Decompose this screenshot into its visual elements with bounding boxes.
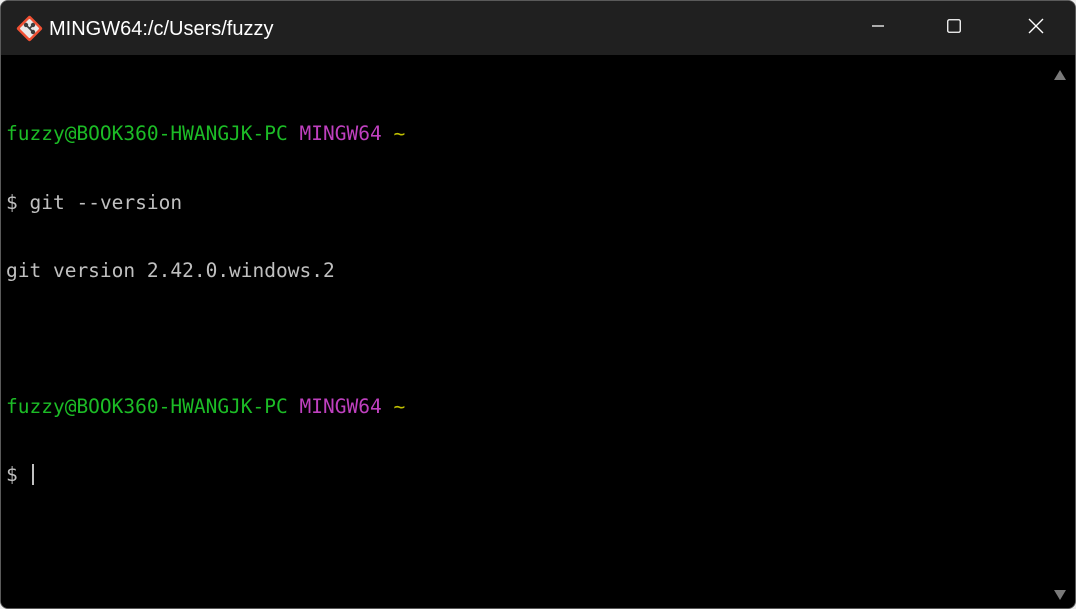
scroll-down-arrow-icon[interactable] xyxy=(1054,587,1066,600)
prompt-cwd: ~ xyxy=(393,122,406,146)
command-output: git version 2.42.0.windows.2 xyxy=(6,258,335,282)
close-button[interactable] xyxy=(995,1,1075,55)
close-icon xyxy=(1028,18,1044,39)
minimize-button[interactable] xyxy=(837,1,919,55)
prompt-cwd: ~ xyxy=(393,394,406,418)
scroll-up-arrow-icon[interactable] xyxy=(1054,67,1066,80)
vertical-scrollbar[interactable] xyxy=(1044,55,1075,608)
text-cursor xyxy=(31,463,34,485)
output-line: git version 2.42.0.windows.2 xyxy=(6,258,1044,283)
command-text: git --version xyxy=(29,190,183,214)
prompt-symbol: $ xyxy=(6,190,18,214)
maximize-icon xyxy=(947,18,961,38)
window-title: MINGW64:/c/Users/fuzzy xyxy=(49,18,274,40)
prompt-user-host: fuzzy@BOOK360-HWANGJK-PC xyxy=(6,122,288,146)
input-line[interactable]: $ xyxy=(6,462,1044,487)
prompt-symbol: $ xyxy=(6,462,18,486)
terminal-window: MINGW64:/c/Users/fuzzy fuzzy@BOOK360-HWA… xyxy=(0,0,1076,609)
prompt-header-line: fuzzy@BOOK360-HWANGJK-PC MINGW64 ~ xyxy=(6,123,1044,146)
command-line: $ git --version xyxy=(6,190,1044,215)
git-bash-icon xyxy=(16,15,43,42)
terminal-output[interactable]: fuzzy@BOOK360-HWANGJK-PC MINGW64 ~ $ git… xyxy=(1,55,1044,608)
prompt-shell: MINGW64 xyxy=(299,394,382,418)
prompt-shell: MINGW64 xyxy=(299,122,382,146)
maximize-button[interactable] xyxy=(913,1,995,55)
title-bar[interactable]: MINGW64:/c/Users/fuzzy xyxy=(1,1,1075,55)
prompt-header-line: fuzzy@BOOK360-HWANGJK-PC MINGW64 ~ xyxy=(6,394,1044,419)
prompt-user-host: fuzzy@BOOK360-HWANGJK-PC xyxy=(6,394,288,418)
minimize-icon xyxy=(872,19,884,37)
